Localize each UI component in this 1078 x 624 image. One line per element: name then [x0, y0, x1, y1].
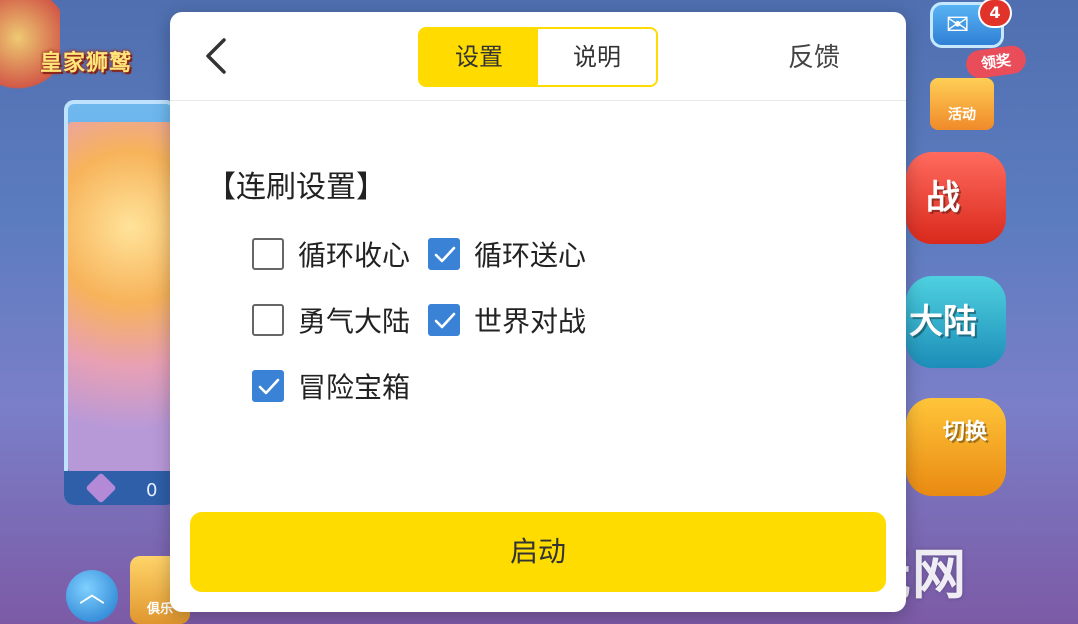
- activity-button[interactable]: 活动: [930, 78, 994, 130]
- reward-button[interactable]: 领奖: [964, 43, 1028, 81]
- section-title: 【连刷设置】: [206, 170, 386, 205]
- settings-dialog: 设置 说明 反馈 【连刷设置】 循环收心 循环送心 勇气大陆 世界对战 冒险宝箱…: [170, 12, 906, 612]
- option-world-battle[interactable]: 世界对战: [428, 300, 586, 340]
- mail-badge: 4: [980, 0, 1010, 26]
- chevron-up-icon: ︿: [78, 579, 105, 609]
- option-loop-collect-hearts[interactable]: 循环收心: [252, 234, 410, 274]
- option-label: 世界对战: [474, 305, 587, 338]
- gem-count: 0: [146, 480, 158, 501]
- continent-button[interactable]: 大陆: [906, 276, 1006, 368]
- switch-button[interactable]: 切换: [906, 398, 1006, 496]
- option-label: 循环收心: [298, 239, 411, 272]
- hero-card-footer: 0: [64, 471, 176, 505]
- option-adventure-chest[interactable]: 冒险宝箱: [252, 366, 410, 406]
- checkbox-checked[interactable]: [428, 304, 460, 336]
- tab-instructions[interactable]: 说明: [538, 29, 656, 85]
- dialog-header: 设置 说明 反馈: [170, 12, 906, 101]
- back-button[interactable]: [198, 34, 234, 78]
- checkbox-checked[interactable]: [252, 370, 284, 402]
- checkmark-icon: [258, 378, 280, 395]
- battle-button[interactable]: 战: [906, 152, 1006, 244]
- tab-settings[interactable]: 设置: [420, 29, 538, 85]
- option-label: 勇气大陆: [298, 305, 411, 338]
- checkbox-checked[interactable]: [428, 238, 460, 270]
- chevron-left-icon: [206, 38, 226, 74]
- hero-portrait: [68, 122, 172, 472]
- checkbox[interactable]: [252, 238, 284, 270]
- expand-up-button[interactable]: ︿: [66, 570, 118, 622]
- mail-icon: ✉: [946, 8, 970, 41]
- option-label: 冒险宝箱: [298, 371, 411, 404]
- option-courage-continent[interactable]: 勇气大陆: [252, 300, 410, 340]
- checkbox[interactable]: [252, 304, 284, 336]
- feedback-link[interactable]: 反馈: [788, 38, 840, 78]
- tab-group: 设置 说明: [418, 27, 658, 87]
- gem-icon: [85, 472, 117, 504]
- start-button[interactable]: 启动: [190, 512, 886, 592]
- option-loop-send-hearts[interactable]: 循环送心: [428, 234, 586, 274]
- hero-card[interactable]: 0: [64, 100, 176, 505]
- checkmark-icon: [434, 312, 456, 329]
- checkmark-icon: [434, 246, 456, 263]
- option-label: 循环送心: [474, 239, 587, 272]
